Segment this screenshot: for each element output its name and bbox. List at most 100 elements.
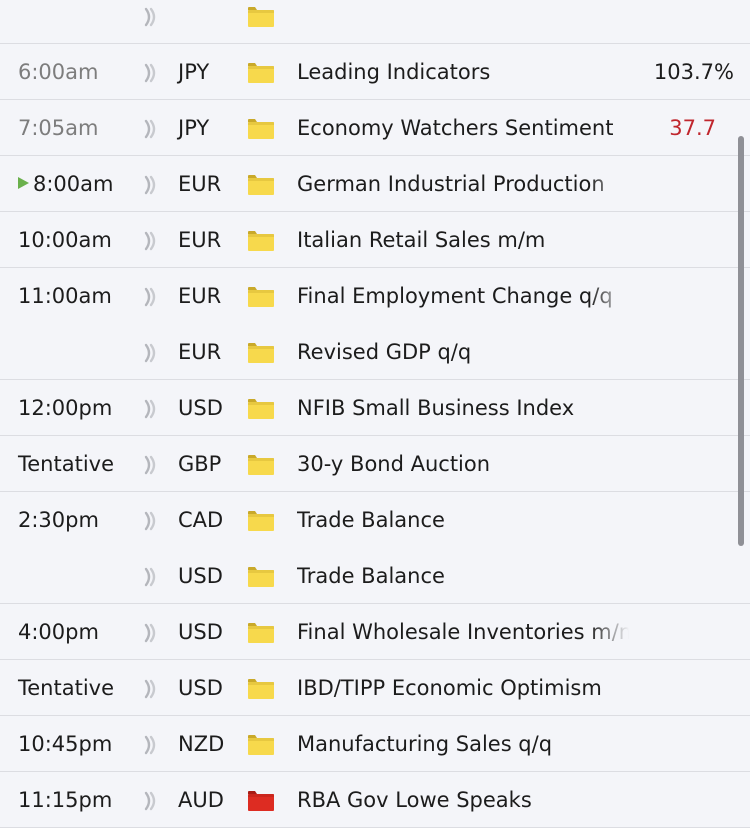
event-time bbox=[18, 324, 133, 380]
event-actual-value bbox=[634, 0, 734, 44]
event-title: Trade Balance bbox=[297, 508, 445, 532]
speaker-waves-icon[interactable] bbox=[143, 436, 161, 492]
event-time-label: 8:00am bbox=[33, 172, 114, 196]
event-time: Tentative bbox=[18, 676, 115, 700]
event-time: 8:00am bbox=[18, 156, 133, 212]
yellow-folder-icon bbox=[247, 100, 275, 156]
red-folder-icon bbox=[247, 772, 275, 828]
yellow-folder-icon bbox=[247, 492, 275, 548]
event-row[interactable]: Tentative GBP 30-y Bond Auction bbox=[0, 436, 750, 492]
event-time: 2:30pm bbox=[18, 508, 99, 532]
event-row[interactable]: 12:00pm USD NFIB Small Business Index bbox=[0, 380, 750, 436]
event-title: Final Employment Change q/q bbox=[297, 284, 613, 308]
event-currency: CAD bbox=[178, 508, 224, 532]
event-actual-value bbox=[634, 716, 734, 772]
event-title: Economy Watchers Sentiment bbox=[297, 116, 614, 140]
event-currency: AUD bbox=[178, 788, 224, 812]
event-title: Manufacturing Sales q/q bbox=[297, 732, 553, 756]
yellow-folder-icon bbox=[247, 212, 275, 268]
event-title: Trade Balance bbox=[297, 564, 445, 588]
event-row[interactable] bbox=[0, 0, 750, 44]
event-time: 12:00pm bbox=[18, 396, 113, 420]
event-row[interactable]: 2:30pm CAD Trade Balance bbox=[0, 492, 750, 548]
event-currency bbox=[178, 0, 238, 44]
event-title: Final Wholesale Inventories m/m bbox=[297, 620, 629, 644]
event-row[interactable]: 8:00am EUR German Industrial Production bbox=[0, 156, 750, 212]
speaker-waves-icon[interactable] bbox=[143, 660, 161, 716]
event-row[interactable]: 7:05am JPY Economy Watchers Sentiment 37.7 bbox=[0, 100, 750, 156]
event-title: RBA Gov Lowe Speaks bbox=[297, 788, 532, 812]
event-row[interactable]: EUR Revised GDP q/q bbox=[0, 324, 750, 380]
speaker-waves-icon[interactable] bbox=[143, 0, 161, 44]
event-actual-value bbox=[634, 604, 734, 660]
event-currency: EUR bbox=[178, 172, 222, 196]
event-actual-value bbox=[634, 380, 734, 436]
event-actual-value bbox=[634, 156, 734, 212]
event-row[interactable]: Tentative USD IBD/TIPP Economic Optimism bbox=[0, 660, 750, 716]
event-currency: USD bbox=[178, 620, 223, 644]
event-currency: USD bbox=[178, 676, 223, 700]
yellow-folder-icon bbox=[247, 660, 275, 716]
event-title: Italian Retail Sales m/m bbox=[297, 228, 546, 252]
event-currency: JPY bbox=[178, 60, 210, 84]
event-row[interactable]: 11:15pm AUD RBA Gov Lowe Speaks bbox=[0, 772, 750, 828]
event-row[interactable]: 4:00pm USD Final Wholesale Inventories m/m bbox=[0, 604, 750, 660]
speaker-waves-icon[interactable] bbox=[143, 324, 161, 380]
yellow-folder-icon bbox=[247, 44, 275, 100]
yellow-folder-icon bbox=[247, 156, 275, 212]
speaker-waves-icon[interactable] bbox=[143, 772, 161, 828]
calendar-event-list: 6:00am JPY Leading Indicators 103.7% 7:05am J… bbox=[0, 0, 750, 828]
speaker-waves-icon[interactable] bbox=[143, 380, 161, 436]
event-currency: EUR bbox=[178, 284, 222, 308]
event-row[interactable]: 10:00am EUR Italian Retail Sales m/m bbox=[0, 212, 750, 268]
event-time bbox=[18, 0, 133, 44]
event-row[interactable]: 6:00am JPY Leading Indicators 103.7% bbox=[0, 44, 750, 100]
event-currency: EUR bbox=[178, 228, 222, 252]
event-currency: EUR bbox=[178, 340, 222, 364]
scrollbar[interactable] bbox=[738, 136, 744, 546]
event-title: IBD/TIPP Economic Optimism bbox=[297, 676, 602, 700]
speaker-waves-icon[interactable] bbox=[143, 268, 161, 324]
yellow-folder-icon bbox=[247, 380, 275, 436]
event-time: 11:00am bbox=[18, 284, 112, 308]
event-time: 4:00pm bbox=[18, 620, 99, 644]
yellow-folder-icon bbox=[247, 0, 275, 44]
yellow-folder-icon bbox=[247, 268, 275, 324]
event-actual-value bbox=[634, 212, 734, 268]
event-row[interactable]: 11:00am EUR Final Employment Change q/q bbox=[0, 268, 750, 324]
event-time: 7:05am bbox=[18, 116, 99, 140]
event-title: NFIB Small Business Index bbox=[297, 396, 575, 420]
event-time: Tentative bbox=[18, 452, 115, 476]
yellow-folder-icon bbox=[247, 716, 275, 772]
event-time: 11:15pm bbox=[18, 788, 113, 812]
event-currency: GBP bbox=[178, 452, 222, 476]
event-row[interactable]: USD Trade Balance bbox=[0, 548, 750, 604]
yellow-folder-icon bbox=[247, 548, 275, 604]
event-title bbox=[297, 0, 637, 44]
event-actual-value bbox=[634, 772, 734, 828]
speaker-waves-icon[interactable] bbox=[143, 548, 161, 604]
event-title: Revised GDP q/q bbox=[297, 340, 472, 364]
event-time: 10:00am bbox=[18, 228, 112, 252]
event-title: Leading Indicators bbox=[297, 60, 491, 84]
event-title: 30-y Bond Auction bbox=[297, 452, 491, 476]
event-title: German Industrial Production bbox=[297, 172, 605, 196]
event-time bbox=[18, 548, 133, 604]
event-currency: NZD bbox=[178, 732, 225, 756]
speaker-waves-icon[interactable] bbox=[143, 492, 161, 548]
event-time: 10:45pm bbox=[18, 732, 113, 756]
speaker-waves-icon[interactable] bbox=[143, 44, 161, 100]
yellow-folder-icon bbox=[247, 324, 275, 380]
event-currency: USD bbox=[178, 564, 223, 588]
yellow-folder-icon bbox=[247, 604, 275, 660]
event-actual-value bbox=[634, 324, 734, 380]
speaker-waves-icon[interactable] bbox=[143, 100, 161, 156]
event-row[interactable]: 10:45pm NZD Manufacturing Sales q/q bbox=[0, 716, 750, 772]
event-currency: USD bbox=[178, 396, 223, 420]
speaker-waves-icon[interactable] bbox=[143, 156, 161, 212]
speaker-waves-icon[interactable] bbox=[143, 604, 161, 660]
event-currency: JPY bbox=[178, 116, 210, 140]
event-actual-value bbox=[634, 268, 734, 324]
speaker-waves-icon[interactable] bbox=[143, 716, 161, 772]
speaker-waves-icon[interactable] bbox=[143, 212, 161, 268]
